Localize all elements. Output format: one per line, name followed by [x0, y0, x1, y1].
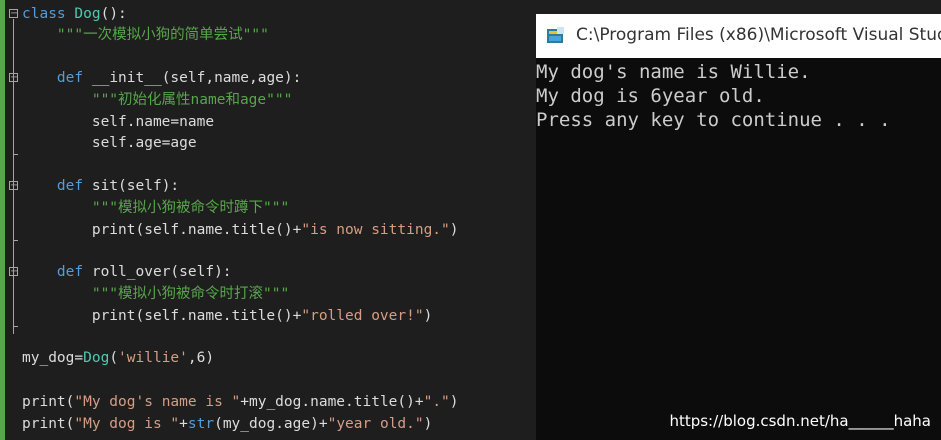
code-line: print(self.name.title()+"rolled over!"): [22, 308, 433, 324]
fold-guide: [13, 19, 14, 334]
fold-end: [13, 326, 18, 327]
collapse-icon[interactable]: −: [9, 267, 18, 277]
window-title: C:\Program Files (x86)\Microsoft Visual …: [576, 25, 941, 45]
code-line: """一次模拟小狗的简单尝试""": [22, 27, 269, 43]
console-output-line: Press any key to continue . . .: [536, 109, 891, 131]
console-titlebar[interactable]: C:\Program Files (x86)\Microsoft Visual …: [536, 14, 941, 58]
fold-end: [13, 240, 18, 241]
code-line: """模拟小狗被命令时打滚""": [22, 286, 290, 302]
code-line: class Dog():: [22, 6, 127, 22]
code-line: def sit(self):: [56, 178, 180, 194]
fold-end: [13, 154, 18, 155]
code-line: print("My dog's name is "+my_dog.name.ti…: [22, 394, 459, 410]
code-line: print(self.name.title()+"is now sitting.…: [22, 222, 459, 238]
visual-studio-icon: [547, 27, 564, 43]
code-line: self.age=age: [22, 135, 197, 151]
code-line: print("My dog is "+str(my_dog.age)+"year…: [22, 416, 433, 432]
code-line: def __init__(self,name,age):: [56, 70, 302, 86]
code-editor[interactable]: − − − − class Dog(): """一次模拟小狗的简单尝试""" d…: [0, 0, 536, 440]
gutter-spacer: [5, 0, 8, 440]
console-window[interactable]: C:\Program Files (x86)\Microsoft Visual …: [536, 14, 941, 440]
console-output-line: My dog is 6year old.: [536, 85, 765, 107]
code-line: my_dog=Dog('willie',6): [22, 350, 215, 366]
collapse-icon[interactable]: −: [9, 181, 18, 191]
code-line: """初始化属性name和age""": [22, 92, 293, 108]
code-line: """模拟小狗被命令时蹲下""": [22, 200, 290, 216]
watermark-text: https://blog.csdn.net/ha______haha: [669, 412, 931, 430]
collapse-icon[interactable]: −: [9, 9, 18, 19]
collapse-icon[interactable]: −: [9, 73, 18, 83]
console-output-line: My dog's name is Willie.: [536, 61, 811, 83]
code-line: def roll_over(self):: [56, 264, 232, 280]
code-line: self.name=name: [22, 114, 215, 130]
